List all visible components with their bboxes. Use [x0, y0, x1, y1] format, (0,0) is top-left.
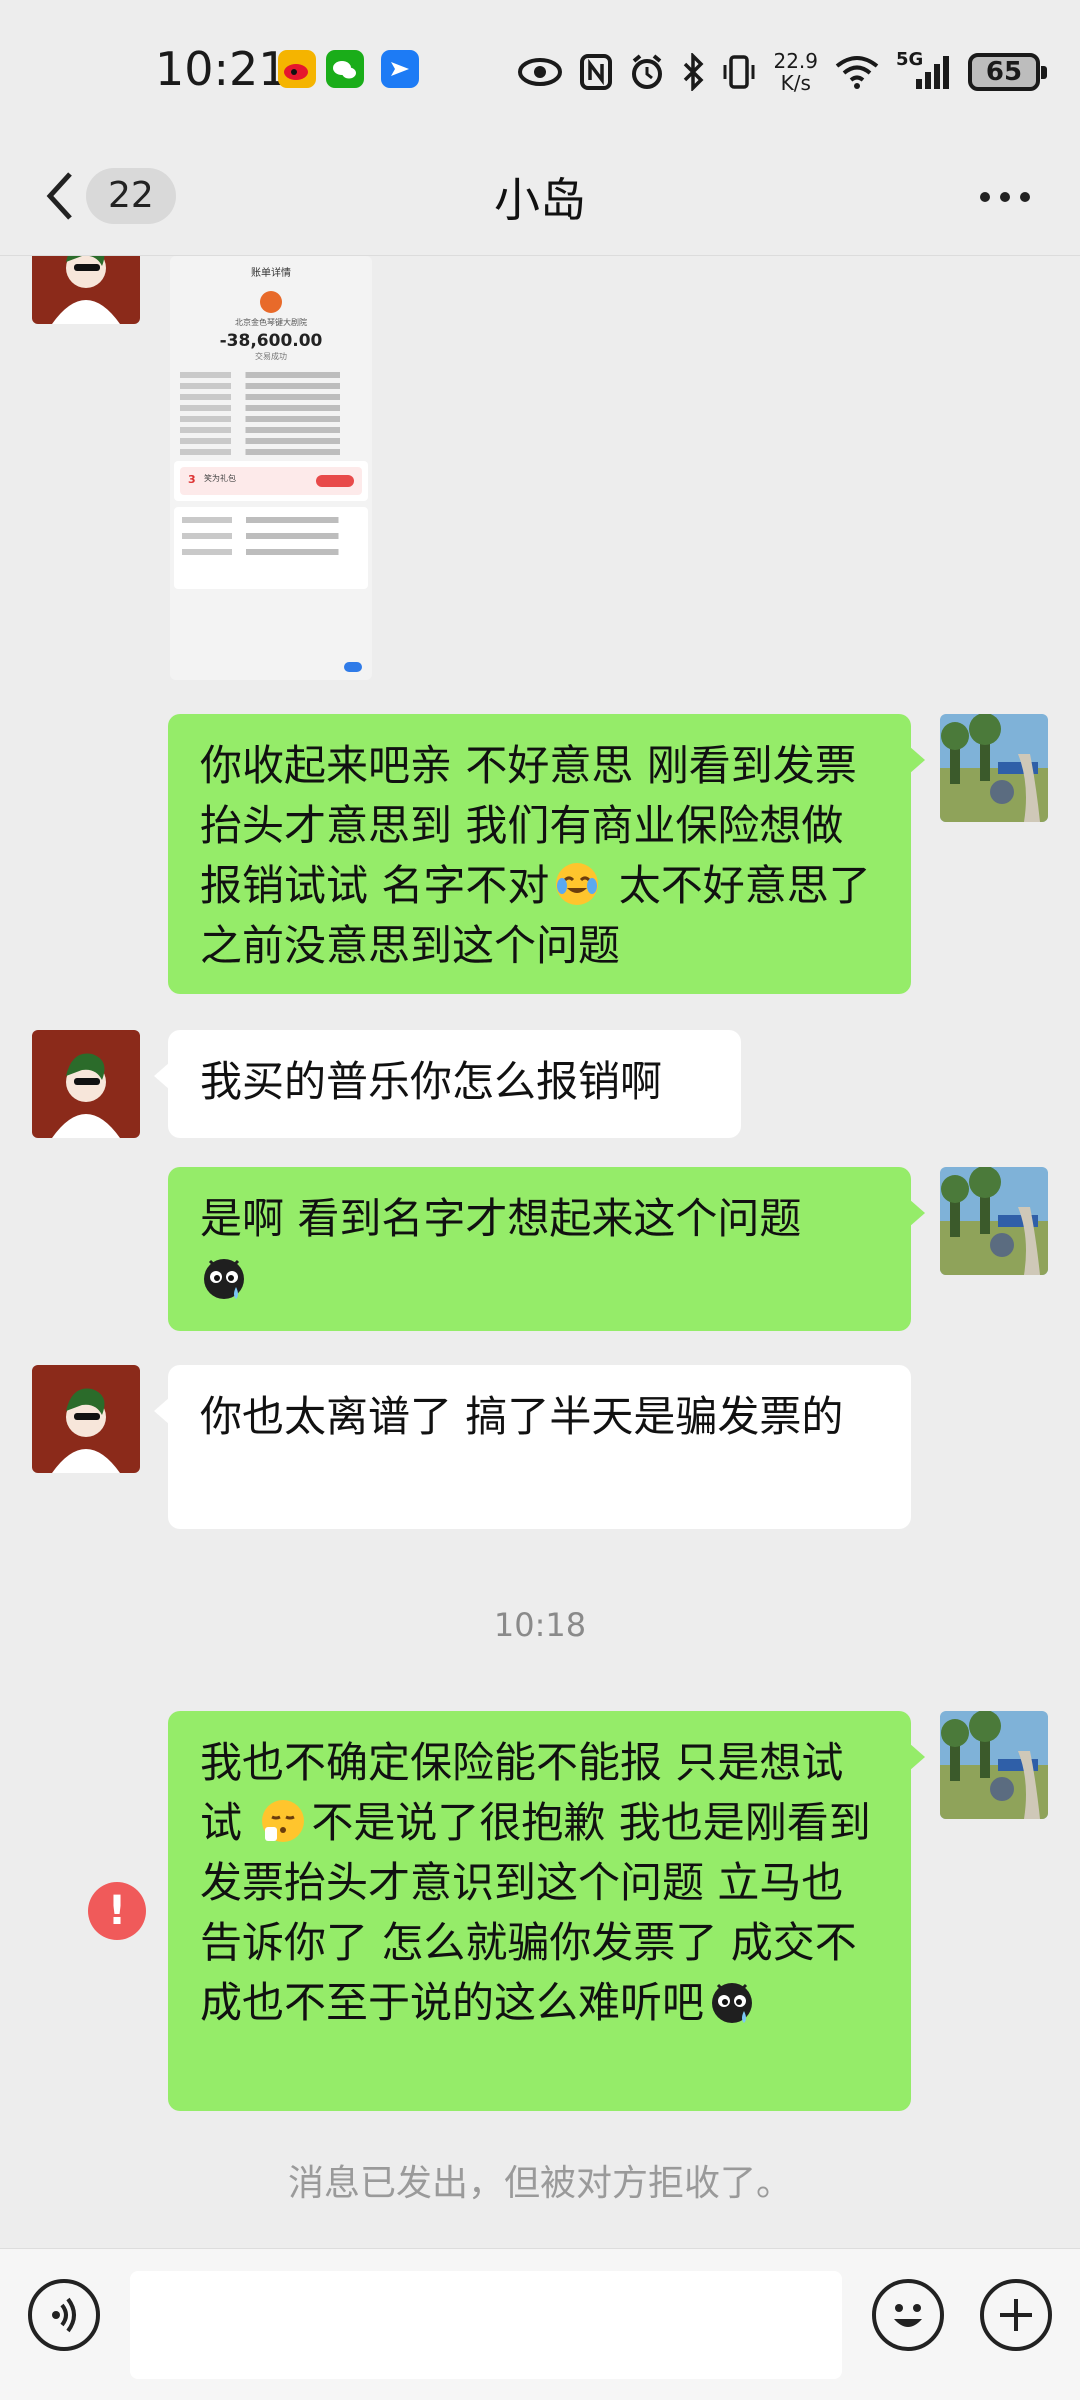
nfc-icon	[580, 54, 613, 90]
sweat-face-icon	[204, 1259, 244, 1299]
my-avatar[interactable]	[940, 1167, 1048, 1275]
receipt-screenshot-image[interactable]: 账单详情 北京金色琴键大剧院 -38,600.00 交易成功 3 笑为礼包	[170, 256, 372, 680]
message-bubble-outgoing[interactable]: 是啊 看到名字才想起来这个问题	[168, 1167, 925, 1331]
message-timestamp: 10:18	[493, 1606, 587, 1644]
receipt-promo-section: 3 笑为礼包	[174, 461, 368, 501]
battery-indicator: 65	[968, 53, 1047, 91]
emoji-button[interactable]	[872, 2279, 944, 2351]
bluetooth-icon	[684, 53, 704, 91]
voice-input-button[interactable]	[28, 2279, 100, 2351]
wechat-icon	[326, 50, 364, 88]
voice-icon	[52, 2297, 76, 2333]
chat-screen: 10:21 22.9 K/s 5G 65 22 小岛 账单详情 北京金色琴键大剧…	[0, 0, 1080, 2400]
message-bubble-outgoing[interactable]: 你收起来吧亲 不好意思 刚看到发票抬头才意思到 我们有商业保险想做报销试试 名字…	[168, 714, 925, 994]
receipt-header: 账单详情	[251, 268, 291, 279]
send-app-icon	[381, 50, 419, 88]
vibrate-icon	[723, 55, 755, 89]
error-icon[interactable]: !	[88, 1882, 146, 1940]
status-bar: 10:21 22.9 K/s 5G 65	[0, 0, 1080, 140]
alarm-icon	[632, 54, 663, 89]
more-functions-button[interactable]	[980, 2279, 1052, 2351]
receipt-amount: -38,600.00	[219, 331, 323, 351]
more-options-icon[interactable]	[980, 192, 1030, 202]
message-bubble-incoming[interactable]: 我买的普乐你怎么报销啊	[154, 1030, 741, 1138]
plus-icon	[1000, 2299, 1032, 2331]
contact-avatar[interactable]	[32, 1030, 140, 1138]
contact-avatar[interactable]	[32, 256, 140, 324]
message-input[interactable]	[130, 2271, 842, 2379]
rejected-message-notice: 消息已发出，但被对方拒收了。	[287, 2163, 792, 2204]
my-avatar[interactable]	[940, 714, 1048, 822]
receipt-promo: 3 笑为礼包	[180, 467, 362, 495]
smiley-icon	[894, 2304, 922, 2327]
toggle-icon	[344, 662, 362, 672]
nav-bar: 22 小岛	[0, 140, 1080, 256]
contact-avatar[interactable]	[32, 1365, 140, 1473]
receipt-merchant: 北京金色琴键大剧院	[235, 318, 307, 327]
status-icons: 22.9 K/s 5G 65	[517, 42, 1047, 102]
input-bar	[0, 2248, 1080, 2400]
wifi-icon	[835, 56, 879, 89]
chat-title: 小岛	[494, 173, 586, 227]
merchant-logo-icon	[260, 291, 282, 313]
sweat-face-icon	[712, 1983, 753, 2023]
message-bubble-outgoing[interactable]: 我也不确定保险能不能报 只是想试试 不是说了很抱歉 我也是刚看到发票抬头才意识到…	[168, 1711, 925, 2111]
receipt-status: 交易成功	[255, 352, 287, 361]
crying-laughing-face-icon	[556, 863, 599, 905]
pouting-face-icon	[262, 1800, 305, 1842]
status-time: 10:21	[155, 42, 288, 96]
network-speed-unit: K/s	[780, 71, 811, 95]
message-list[interactable]: 账单详情 北京金色琴键大剧院 -38,600.00 交易成功 3 笑为礼包 你收…	[0, 256, 1080, 2246]
cellular-signal: 5G	[896, 49, 952, 91]
eye-icon	[518, 58, 563, 86]
my-avatar[interactable]	[940, 1711, 1048, 1819]
receipt-settings-section	[174, 507, 368, 672]
network-speed: 22.9 K/s	[773, 50, 818, 94]
signal-bars-icon	[916, 56, 949, 89]
weibo-icon	[278, 50, 316, 88]
message-bubble-incoming[interactable]: 你也太离谱了 搞了半天是骗发票的	[154, 1365, 911, 1529]
network-speed-value: 22.9	[773, 49, 818, 73]
